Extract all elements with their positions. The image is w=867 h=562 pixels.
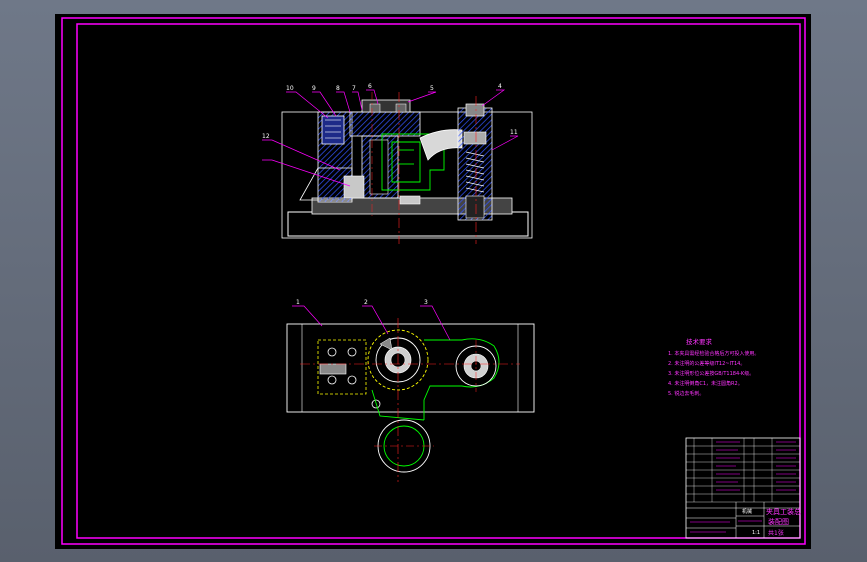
front-part-label-7: 7 [352, 85, 356, 92]
top-part-label-3: 3 [424, 299, 428, 306]
title-school: 机械 [742, 508, 752, 515]
top-part-label-1: 1 [296, 299, 300, 306]
front-part-label-11: 11 [510, 129, 518, 136]
top-part-label-2: 2 [364, 299, 368, 306]
upper-body [349, 111, 421, 137]
front-part-label-8: 8 [336, 85, 340, 92]
notes-line-3: 3. 未注明形位公差按GB/T1184-K级。 [668, 370, 754, 377]
front-part-label-9: 9 [312, 85, 316, 92]
notes-line-1: 1. 本夹具需经检验合格后方可投入使用。 [668, 350, 759, 357]
cad-viewport[interactable]: 10 9 8 7 6 5 4 11 12 1 2 3 技术要求 1. 本夹具需经… [0, 0, 867, 562]
notes-line-4: 4. 未注明倒角C1，未注圆角R2。 [668, 380, 743, 387]
front-part-label-4: 4 [498, 83, 502, 90]
front-part-label-10: 10 [286, 85, 294, 92]
title-sheet: 共1张 [768, 529, 784, 537]
front-part-label-6: 6 [368, 83, 372, 90]
notes-line-2: 2. 未注明的公差等级IT12~IT14。 [668, 360, 745, 367]
paper-background [55, 14, 811, 549]
notes-title: 技术要求 [686, 337, 713, 346]
title-scale: 1:1 [752, 530, 760, 536]
front-part-label-12: 12 [262, 133, 270, 140]
title-name-line-1: 夹具工装总 [766, 507, 801, 516]
notes-line-5: 5. 锐边去毛刺。 [668, 390, 704, 397]
drawing-sheet: 10 9 8 7 6 5 4 11 12 1 2 3 技术要求 1. 本夹具需经… [55, 14, 811, 549]
front-part-label-5: 5 [430, 85, 434, 92]
title-name-line-2: 装配图 [768, 517, 789, 526]
